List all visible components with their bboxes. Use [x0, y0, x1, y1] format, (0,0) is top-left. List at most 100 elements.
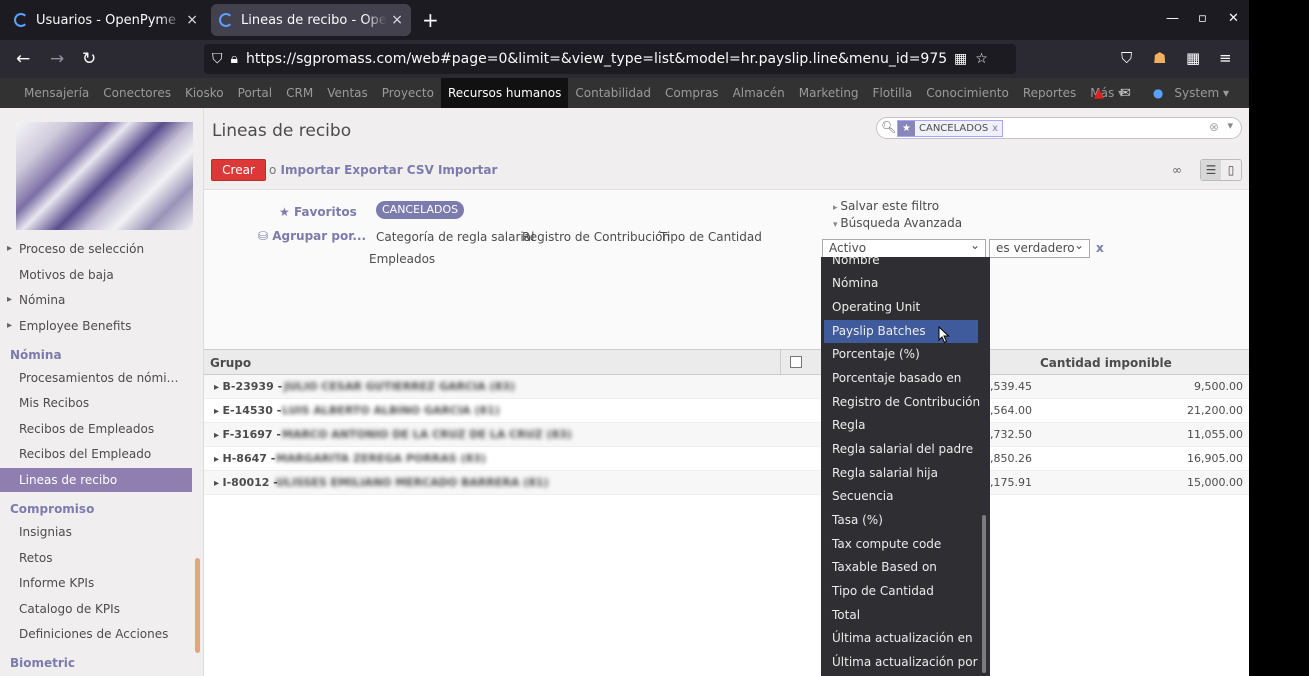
import-export-link[interactable]: Importar Exportar CSV Importar	[281, 163, 498, 177]
field-select[interactable]: Activo	[822, 237, 986, 258]
sidebar-item-catalogo-kpis[interactable]: Catalogo de KPIs	[0, 597, 192, 621]
warning-icon[interactable]: ▲	[1094, 86, 1104, 101]
menu-conocimiento[interactable]: Conocimiento	[919, 78, 1016, 108]
menu-portal[interactable]: Portal	[231, 78, 279, 108]
groupby-registro[interactable]: Registro de Contribución	[522, 230, 670, 244]
menu-kiosko[interactable]: Kiosko	[178, 78, 231, 108]
sidebar-item-definiciones-acciones[interactable]: Definiciones de Acciones	[0, 622, 192, 646]
sidebar-item-informe-kpis[interactable]: Informe KPIs	[0, 571, 192, 595]
dropdown-option[interactable]: Última actualización por	[824, 651, 978, 674]
dropdown-option-highlighted[interactable]: Payslip Batches	[824, 320, 978, 343]
close-window-icon[interactable]: ✕	[1228, 11, 1239, 26]
menu-crm[interactable]: CRM	[279, 78, 320, 108]
dropdown-option[interactable]: Porcentaje basado en	[824, 367, 978, 390]
sidebar-item-motivos-baja[interactable]: Motivos de baja	[0, 263, 192, 287]
table-row[interactable]: E-14530 - LUIS ALBERTO ALBINO GARCIA (81…	[204, 399, 1249, 423]
table-row[interactable]: H-8647 - MARGARITA ZEREGA PORRAS (83) ,8…	[204, 447, 1249, 471]
dropdown-option[interactable]: Operating Unit	[824, 296, 978, 319]
back-icon[interactable]: ←	[16, 49, 30, 69]
infinity-icon[interactable]: ∞	[1172, 163, 1182, 177]
dropdown-option[interactable]: Regla salarial del padre	[824, 438, 978, 461]
menu-conectores[interactable]: Conectores	[96, 78, 178, 108]
reader-view-icon[interactable]: ▦	[954, 51, 967, 67]
mail-icon[interactable]: ✉	[1120, 86, 1131, 101]
remove-condition-icon[interactable]: x	[1096, 241, 1104, 255]
menu-proyecto[interactable]: Proyecto	[375, 78, 441, 108]
extensions-icon[interactable]: ▦	[1186, 49, 1200, 67]
dropdown-option[interactable]: Porcentaje (%)	[824, 343, 978, 366]
operator-select[interactable]: es verdadero	[989, 237, 1090, 258]
advanced-search-link[interactable]: ▾ Búsqueda Avanzada	[833, 216, 962, 230]
sidebar-item-recibos-empleado[interactable]: Recibos del Empleado	[0, 442, 192, 466]
groupby-categoria[interactable]: Categoría de regla salarial	[376, 230, 534, 244]
browser-tab-usuarios[interactable]: Usuarios - OpenPyme ERP ×	[6, 4, 206, 36]
menu-ventas[interactable]: Ventas	[320, 78, 375, 108]
minimize-icon[interactable]: —	[1166, 11, 1179, 26]
menu-marketing[interactable]: Marketing	[792, 78, 866, 108]
col-group-header[interactable]: Grupo	[210, 356, 251, 370]
groupby-empleados[interactable]: Empleados	[369, 252, 435, 266]
lock-icon[interactable]: 🔒︎	[231, 51, 238, 67]
menu-flotilla[interactable]: Flotilla	[866, 78, 920, 108]
dropdown-option[interactable]: Regla	[824, 414, 978, 437]
bookmark-star-icon[interactable]: ☆	[975, 51, 988, 67]
save-filter-link[interactable]: ▸ Salvar este filtro	[833, 199, 939, 213]
new-tab-icon[interactable]: +	[422, 8, 439, 32]
sidebar-item-procesamientos[interactable]: Procesamientos de nómi…	[0, 366, 192, 390]
close-tab-icon[interactable]: ×	[391, 12, 403, 28]
favorite-filter-cancelados[interactable]: CANCELADOS	[376, 201, 465, 219]
sidebar-item-recibos-empleados[interactable]: Recibos de Empleados	[0, 417, 192, 441]
create-button[interactable]: Crear	[211, 159, 266, 181]
dropdown-option[interactable]: Nombre	[824, 257, 978, 272]
col-taxable-header[interactable]: Cantidad imponible	[1040, 356, 1172, 370]
user-menu[interactable]: System ▾	[1167, 78, 1249, 108]
dropdown-scrollbar[interactable]	[982, 515, 986, 673]
search-dropdown-icon[interactable]: ▾	[1227, 119, 1233, 132]
table-row[interactable]: B-23939 - JULIO CESAR GUTIERREZ GARCIA (…	[204, 375, 1249, 399]
search-box[interactable]: 🔍︎ ★ CANCELADOS x ⊗ ▾	[876, 117, 1242, 139]
url-text[interactable]: https://sgpromass.com/web#page=0&limit=&…	[246, 51, 946, 67]
sidebar-item-lineas-recibo[interactable]: Lineas de recibo	[0, 468, 192, 492]
dropdown-option[interactable]: Tipo de Cantidad	[824, 580, 978, 603]
pocket-icon[interactable]: ⛉	[1121, 49, 1132, 67]
close-tab-icon[interactable]: ×	[186, 12, 198, 28]
dropdown-option[interactable]: Tax compute code	[824, 533, 978, 556]
menu-reportes[interactable]: Reportes	[1016, 78, 1083, 108]
table-row[interactable]: I-80012 - ULISSES EMILIANO MERCADO BARRE…	[204, 471, 1249, 495]
sidebar-item-nomina[interactable]: Nómina	[0, 288, 192, 312]
sidebar-item-proceso-seleccion[interactable]: Proceso de selección	[0, 237, 192, 261]
menu-almacen[interactable]: Almacén	[726, 78, 792, 108]
menu-contabilidad[interactable]: Contabilidad	[568, 78, 658, 108]
groupby-tipo-cantidad[interactable]: Tipo de Cantidad	[660, 230, 762, 244]
menu-recursos-humanos[interactable]: Recursos humanos	[440, 78, 569, 108]
list-view-icon[interactable]: ☰	[1201, 160, 1221, 180]
sidebar-item-retos[interactable]: Retos	[0, 546, 192, 570]
company-logo[interactable]	[16, 122, 193, 230]
select-all-checkbox[interactable]	[790, 356, 802, 368]
dropdown-option[interactable]: Total	[824, 604, 978, 627]
forward-icon[interactable]: →	[50, 49, 64, 69]
hamburger-menu-icon[interactable]: ≡	[1219, 49, 1232, 67]
browser-tab-lineas[interactable]: Lineas de recibo - OpenPyme ×	[211, 4, 411, 36]
menu-compras[interactable]: Compras	[658, 78, 726, 108]
sidebar-item-employee-benefits[interactable]: Employee Benefits	[0, 314, 192, 338]
menu-mensajeria[interactable]: Mensajería	[17, 78, 96, 108]
dropdown-option[interactable]: Última actualización en	[824, 627, 978, 650]
form-view-icon[interactable]: ▯	[1221, 160, 1241, 180]
dropdown-option[interactable]: Nómina	[824, 272, 978, 295]
dropdown-option[interactable]: Registro de Contribución	[824, 391, 980, 414]
sidebar-item-mis-recibos[interactable]: Mis Recibos	[0, 391, 192, 415]
sidebar-item-insignias[interactable]: Insignias	[0, 520, 192, 544]
facet-remove-icon[interactable]: x	[992, 123, 998, 134]
maximize-icon[interactable]: ▫	[1198, 11, 1207, 26]
dropdown-option[interactable]: Taxable Based on	[824, 556, 978, 579]
dropdown-option[interactable]: Secuencia	[824, 485, 978, 508]
extension-icon[interactable]: ☗	[1153, 49, 1166, 67]
reload-icon[interactable]: ↻	[82, 49, 96, 69]
shield-icon[interactable]: ⛉	[212, 51, 223, 67]
dropdown-option[interactable]: Tasa (%)	[824, 509, 978, 532]
dropdown-option[interactable]: Regla salarial hija	[824, 462, 978, 485]
table-row[interactable]: F-31697 - MARCO ANTONIO DE LA CRUZ DE LA…	[204, 423, 1249, 447]
url-bar[interactable]: ⛉ 🔒︎ https://sgpromass.com/web#page=0&li…	[204, 44, 1016, 74]
clear-search-icon[interactable]: ⊗	[1209, 120, 1219, 134]
